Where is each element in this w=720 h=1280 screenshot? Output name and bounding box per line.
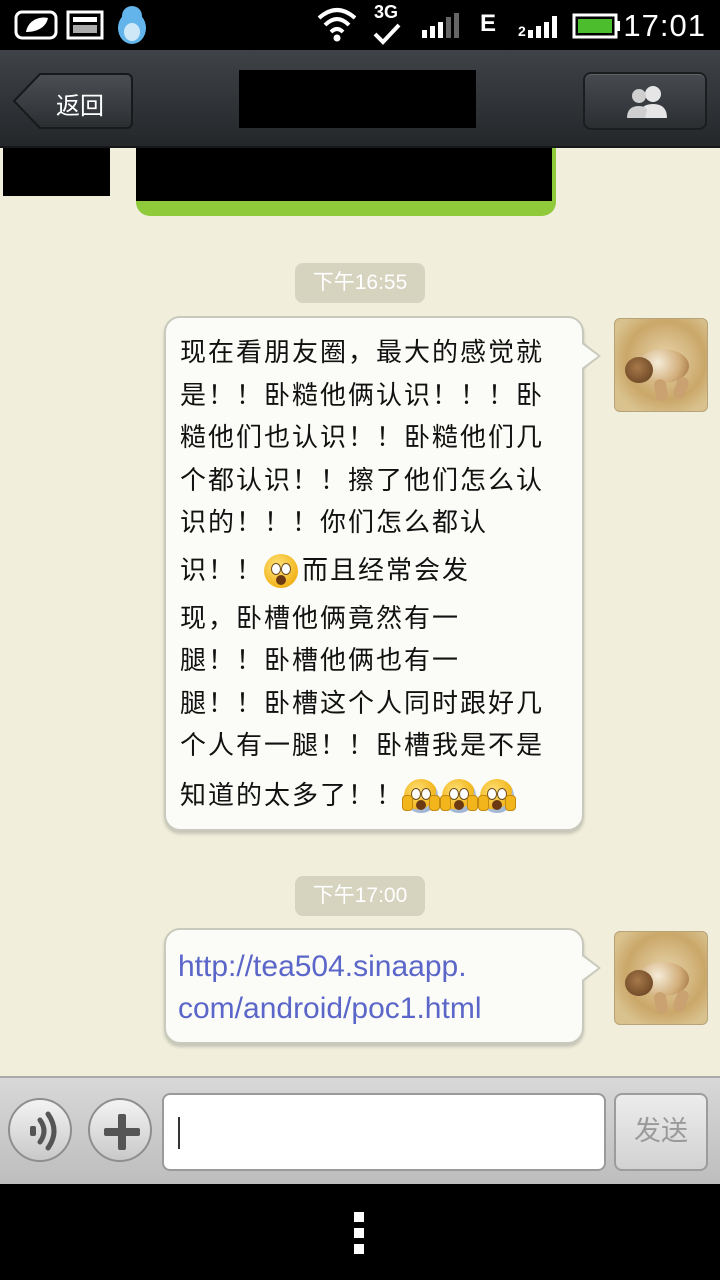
message-line: 腿！！卧槽他俩也有一 [180,646,461,676]
scream-face-emoji [478,779,517,813]
scream-face-emoji [440,779,479,813]
status-bar: 3G E 2 17:01 [0,0,720,50]
message-line: 腿！！卧槽这个人同时跟好几 [180,688,545,719]
menu-dots-icon[interactable] [354,1212,366,1256]
scream-face-emoji [402,779,441,813]
e-signal-icon: 2 [518,16,557,39]
message-redacted [136,148,552,201]
chat-title-redacted [239,70,476,128]
timestamp: 下午16:55 [295,263,425,303]
leaf-notification-icon [14,10,58,40]
input-bar: 发送 [0,1076,720,1186]
back-button[interactable]: 返回 [12,72,134,130]
clock: 17:01 [623,8,706,43]
message-line: 知道的太多了！！ [180,768,572,824]
surprised-face-emoji [264,554,299,588]
message-line: 现，卧槽他俩竟然有一 [180,603,461,634]
image-notification-icon [66,10,104,40]
message-line: 个都认识！！擦了他们怎么认 [180,465,545,496]
sent-message-bubble[interactable] [136,148,556,216]
received-message-bubble[interactable]: http://tea504.sinaapp. com/android/poc1.… [164,928,601,1044]
battery-icon [572,13,620,39]
text-caret [178,1117,180,1149]
avatar-redacted [3,148,110,196]
wifi-icon [317,8,357,42]
contacts-button[interactable] [583,72,707,130]
3g-signal-icon [373,23,401,45]
signal-icon [422,13,459,38]
message-text: 现在看朋友圈，最大的感觉就 是！！卧糙他俩认识！！！卧 糙他们也认识！！卧糙他们… [180,332,572,824]
message-line: 现在看朋友圈，最大的感觉就 [180,338,545,368]
message-line: 糙他们也认识！！卧糙他们几 [180,423,545,453]
message-line: 识！！ 而且经常会发 [180,545,572,598]
nav-bar [0,1184,720,1280]
timestamp: 下午17:00 [295,876,425,916]
voice-wave-icon [30,1111,57,1151]
message-line: 个人有一腿！！卧槽我是不是 [180,731,545,761]
qq-penguin-icon [118,6,146,44]
avatar[interactable] [614,318,708,412]
e-label: E [480,10,497,37]
svg-text:2: 2 [518,23,526,39]
message-input[interactable] [162,1093,606,1171]
avatar[interactable] [614,931,708,1025]
received-message-bubble[interactable]: 现在看朋友圈，最大的感觉就 是！！卧糙他俩认识！！！卧 糙他们也认识！！卧糙他们… [164,316,601,831]
send-button[interactable]: 发送 [614,1093,708,1171]
title-bar: 返回 [0,50,720,148]
message-line: 识的！！！你们怎么都认 [180,508,489,538]
plus-button[interactable] [88,1098,152,1162]
3g-label: 3G [374,2,399,22]
voice-button[interactable] [8,1098,72,1162]
message-line: 是！！卧糙他俩认识！！！卧 [180,380,545,411]
back-label: 返回 [56,92,104,120]
message-link[interactable]: http://tea504.sinaapp. com/android/poc1.… [178,946,482,1030]
plus-icon [104,1114,140,1150]
two-people-icon [627,86,667,118]
chat-area[interactable]: 下午16:55 现在看朋友圈，最大的感觉就 是！！卧糙他俩认识！！！卧 糙他们也… [0,148,720,1078]
